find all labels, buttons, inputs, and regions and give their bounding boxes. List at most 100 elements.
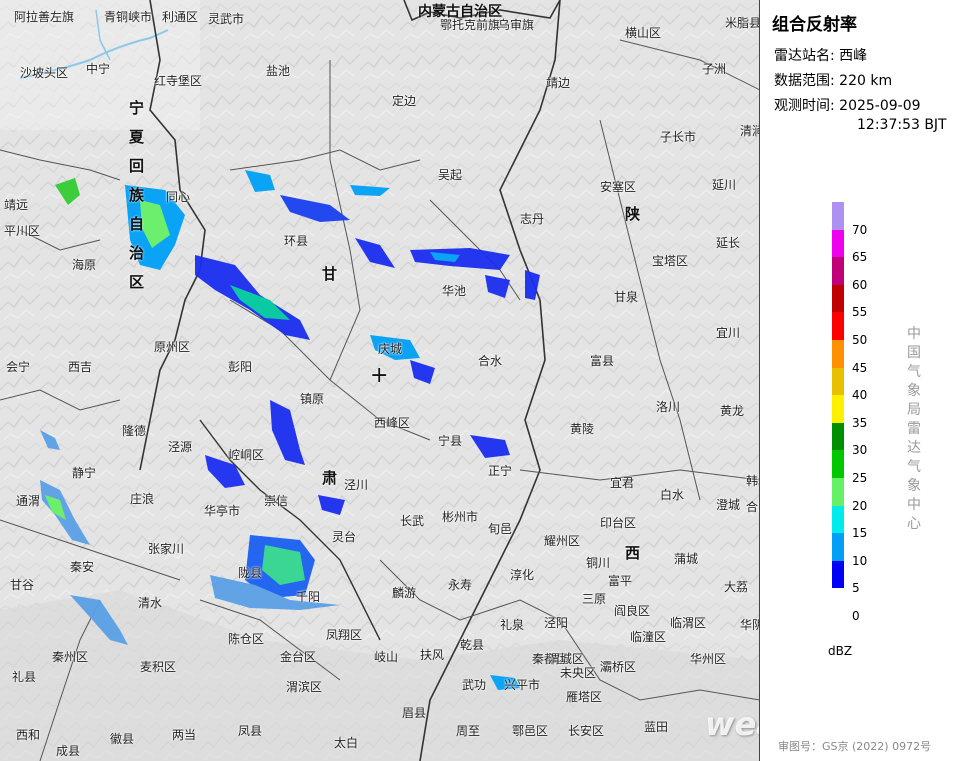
place-label: 乾县 — [460, 638, 485, 652]
range-label: 数据范围: — [774, 73, 835, 89]
place-label: 阿拉善左旗 — [14, 10, 75, 24]
legend-unit: dBZ — [828, 644, 853, 658]
place-label: 静宁 — [72, 466, 97, 480]
ningxia-char: 族 — [127, 187, 145, 216]
region-shaanxi-char: 陕 — [625, 205, 641, 223]
place-label: 崇信 — [264, 494, 289, 508]
ningxia-char: 区 — [127, 274, 145, 303]
place-label: 长安区 — [568, 724, 605, 738]
legend-level-label: 65 — [852, 250, 868, 265]
place-label: 蓝田 — [644, 720, 669, 734]
legend-swatch — [832, 560, 844, 589]
place-label: 黄陵 — [570, 422, 595, 436]
region-shaanxi-char: 西 — [625, 544, 641, 562]
place-label: 宜川 — [716, 326, 741, 340]
place-label: 陇县 — [238, 566, 263, 580]
place-label: 澄城 — [716, 498, 741, 512]
place-label: 甘谷 — [10, 578, 35, 592]
place-label: 渭滨区 — [286, 680, 323, 694]
place-label: 中宁 — [86, 62, 111, 76]
place-label: 原州区 — [154, 340, 191, 354]
place-label: 西和 — [16, 728, 41, 742]
place-label: 临潼区 — [630, 630, 667, 644]
place-label: 三原 — [582, 592, 607, 606]
place-label: 灵武市 — [208, 12, 245, 26]
place-label: 礼泉 — [500, 618, 525, 632]
place-label: 麟游 — [392, 586, 417, 600]
station-value: 西峰 — [839, 48, 868, 64]
place-label: 安塞区 — [600, 180, 637, 194]
time-clock: 12:37:53 BJT — [857, 117, 947, 133]
region-ningxia-label: 宁夏回族自治区 — [127, 100, 145, 303]
legend-swatch — [832, 505, 844, 534]
place-label: 秦安 — [70, 560, 95, 574]
place-label: 灵台 — [332, 530, 357, 544]
place-label: 清涧 — [740, 124, 759, 138]
legend-swatch — [832, 422, 844, 451]
legend-level-label: 45 — [852, 360, 868, 375]
legend-level-label: 50 — [852, 333, 868, 347]
radar-map-page: 内蒙古自治区 宁夏回族自治区 甘 肃 陕 西 + 阿拉善左旗 青铜峡市 利通区 … — [0, 0, 960, 761]
place-label: 环县 — [284, 234, 309, 248]
place-label: 宝塔区 — [652, 254, 689, 268]
place-label: 淳化 — [510, 568, 535, 582]
place-label: 泾源 — [168, 440, 193, 454]
place-label: 彭阳 — [228, 360, 253, 374]
range-value: 220 km — [839, 73, 893, 89]
ningxia-char: 治 — [127, 245, 145, 274]
place-label: 临渭区 — [670, 616, 707, 630]
radar-map[interactable]: 内蒙古自治区 宁夏回族自治区 甘 肃 陕 西 + 阿拉善左旗 青铜峡市 利通区 … — [0, 0, 760, 761]
place-label: 永寿 — [448, 578, 473, 592]
legend-swatch — [832, 450, 844, 478]
place-label: 渭城区 — [548, 652, 585, 666]
place-label: 海原 — [72, 258, 97, 272]
place-label: 徽县 — [110, 732, 135, 746]
place-label: 通渭 — [16, 494, 41, 508]
legend-level-label: 40 — [852, 388, 868, 403]
place-label: 凤翔区 — [326, 628, 363, 642]
place-label: 扶风 — [420, 648, 445, 662]
region-gansu-char: 甘 — [322, 265, 338, 283]
legend-swatch — [832, 533, 844, 561]
place-label: 米脂县 — [725, 16, 760, 30]
place-label: 会宁 — [6, 360, 31, 374]
place-label: 华州区 — [690, 652, 727, 666]
place-label: 黄龙 — [720, 404, 745, 418]
place-label: 吴起 — [438, 168, 463, 182]
time-date: 2025-09-09 — [839, 98, 921, 114]
place-label: 鄂托克前旗 — [440, 18, 501, 32]
legend-level-label: 5 — [852, 581, 860, 596]
info-panel: 组合反射率 雷达站名: 西峰 数据范围: 220 km 观测时间: 2025-0… — [760, 0, 960, 761]
legend-level-label: 20 — [852, 498, 868, 513]
legend-swatch — [832, 339, 844, 368]
place-label: 两当 — [172, 728, 197, 742]
place-label: 富平 — [608, 574, 633, 588]
place-label: 横山区 — [625, 26, 662, 40]
place-label: 蒲城 — [674, 552, 699, 566]
place-label: 白水 — [660, 488, 685, 502]
place-label: 麦积区 — [140, 660, 177, 674]
legend-swatch — [832, 202, 844, 230]
place-label: 庄浪 — [130, 492, 155, 506]
legend-swatch — [832, 477, 844, 506]
station-row: 雷达站名: 西峰 — [774, 45, 867, 65]
place-label: 灞桥区 — [600, 660, 637, 674]
place-label: 彬州市 — [442, 510, 479, 524]
legend-level-label: 30 — [852, 443, 868, 458]
map-approval-number: 审图号：GS京 (2022) 0972号 — [778, 740, 932, 753]
place-label: 隆德 — [122, 424, 147, 438]
place-label: 利通区 — [162, 10, 199, 24]
place-label: 子长市 — [660, 130, 697, 144]
legend-swatch — [832, 588, 844, 616]
place-label: 延长 — [716, 236, 741, 250]
place-label: 西峰区 — [374, 416, 411, 430]
legend-level-label: 60 — [852, 277, 868, 292]
place-label: 铜川 — [586, 556, 611, 570]
legend-swatch — [832, 312, 844, 340]
product-title: 组合反射率 — [772, 15, 857, 35]
legend-level-label: 0 — [852, 609, 860, 623]
legend-level-label: 70 — [852, 222, 868, 237]
place-label: 泾川 — [344, 478, 369, 492]
legend-level-label: 25 — [852, 471, 868, 485]
place-label: 清水 — [138, 596, 163, 610]
